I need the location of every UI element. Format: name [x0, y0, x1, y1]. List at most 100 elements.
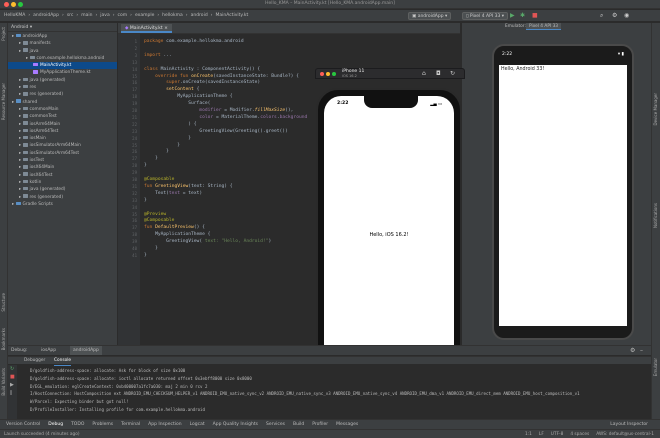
tree-item[interactable]: ▸ iosMain: [8, 135, 117, 142]
tool-window-button[interactable]: Terminal: [121, 422, 140, 427]
kotlin-file-icon: [33, 62, 38, 67]
tree-item[interactable]: ▸ java (generated): [8, 186, 117, 193]
tree-item[interactable]: ▸ iosSimulatorArm64Test: [8, 150, 117, 157]
tool-window-button[interactable]: TODO: [71, 422, 84, 427]
tree-item[interactable]: ▸ com.example.hellokma.android: [8, 55, 117, 62]
breadcrumb-item[interactable]: src: [67, 10, 74, 22]
tool-window-button[interactable]: Version Control: [6, 422, 40, 427]
breadcrumb-item[interactable]: com: [118, 10, 128, 22]
rerun-icon[interactable]: ↻: [8, 365, 17, 373]
tool-window-button[interactable]: Build: [293, 422, 304, 427]
tool-window-button[interactable]: Services: [266, 422, 285, 427]
settings-icon[interactable]: ⚙: [630, 346, 635, 355]
tab-pixel-emulator[interactable]: Pixel 4 API 33: [526, 23, 562, 30]
tab-debugger[interactable]: Debugger: [24, 357, 45, 365]
line-number: 22: [132, 121, 137, 127]
sim-minimize-icon[interactable]: [326, 72, 330, 76]
sim-zoom-icon[interactable]: [332, 72, 336, 76]
status-item[interactable]: LF: [539, 432, 544, 437]
status-item[interactable]: UTF-8: [551, 432, 564, 437]
rotate-icon[interactable]: ↻: [450, 70, 455, 77]
breadcrumb-item[interactable]: main: [81, 10, 92, 22]
run-icon[interactable]: ▶: [510, 12, 515, 20]
breadcrumb-item[interactable]: android: [191, 10, 208, 22]
status-item[interactable]: 1:1: [525, 432, 532, 437]
tree-item[interactable]: ▸ java (generated): [8, 77, 117, 84]
tool-window-button[interactable]: Problems: [92, 422, 113, 427]
tool-window-button[interactable]: Logcat: [190, 422, 205, 427]
folder-icon: [22, 143, 28, 147]
tab-console[interactable]: Console: [54, 357, 72, 366]
tab-android-app[interactable]: androidApp: [70, 346, 102, 355]
breadcrumb-separator-icon: ›: [130, 13, 132, 18]
tab-resource-manager[interactable]: Resource Manager: [1, 83, 6, 120]
tool-window-button[interactable]: Messages: [336, 422, 358, 427]
tree-item[interactable]: ▸ androidApp: [8, 33, 117, 40]
screenshot-icon[interactable]: ◘: [436, 70, 441, 77]
profile-icon[interactable]: ◉: [624, 12, 629, 20]
tree-item[interactable]: ▸ shared: [8, 99, 117, 106]
ios-screen[interactable]: 2:22 ▂▄ ▭ Hello, iOS 16.2!: [324, 96, 454, 368]
breadcrumb-item[interactable]: androidApp: [33, 10, 59, 22]
tool-window-button[interactable]: Debug: [48, 422, 63, 427]
tab-bookmarks[interactable]: Bookmarks: [1, 328, 6, 350]
line-number: 19: [132, 101, 137, 107]
tree-item[interactable]: ▸ res (generated): [8, 91, 117, 98]
status-item[interactable]: 4 spaces: [570, 432, 589, 437]
tab-device-manager[interactable]: Device Manager: [653, 93, 658, 125]
stop-debug-icon[interactable]: ■: [8, 373, 17, 381]
editor-tab-bar: ◆ MainActivity.kt ×: [118, 23, 460, 34]
device-select[interactable]: ▯ Pixel 4 API 33 ▾: [462, 12, 509, 20]
resume-icon[interactable]: ▶: [8, 381, 17, 389]
tree-item[interactable]: ▸ iosTest: [8, 157, 117, 164]
tree-item[interactable]: ▸ Gradle Scripts: [8, 201, 117, 208]
tab-ios-app[interactable]: iosApp: [38, 346, 59, 355]
tree-item[interactable]: ▸ iosX64Test: [8, 172, 117, 179]
tree-item[interactable]: ▸ java: [8, 48, 117, 55]
tab-build-variants[interactable]: Build Variants: [1, 368, 6, 396]
tree-item[interactable]: MainActivity.kt: [8, 62, 117, 70]
tree-item[interactable]: ▸ iosArm64Test: [8, 128, 117, 135]
home-icon[interactable]: ⌂: [422, 70, 426, 77]
breadcrumb-item[interactable]: HelloKMA: [4, 10, 25, 22]
breadcrumb-item[interactable]: hellokma: [162, 10, 183, 22]
settings-icon[interactable]: ⚙: [612, 12, 617, 20]
sim-close-icon[interactable]: [320, 72, 324, 76]
breadcrumb-separator-icon: ›: [185, 13, 188, 18]
tree-item[interactable]: MyApplicationTheme.kt: [8, 69, 117, 76]
tab-structure[interactable]: Structure: [1, 293, 6, 312]
android-screen[interactable]: Hello, Android 33!: [499, 65, 627, 326]
tree-item[interactable]: ▸ commonTest: [8, 113, 117, 120]
tab-project[interactable]: Project: [1, 27, 6, 41]
tree-item[interactable]: ▸ res (generated): [8, 194, 117, 201]
tree-item[interactable]: ▸ iosSimulatorArm64Main: [8, 142, 117, 149]
minimize-panel-icon[interactable]: –: [640, 346, 643, 355]
tab-emulator[interactable]: Emulator: [653, 358, 658, 376]
breadcrumb-item[interactable]: java: [100, 10, 109, 22]
line-number: 36: [132, 218, 137, 224]
pause-icon[interactable]: ∥: [8, 389, 17, 397]
tree-item[interactable]: ▸ res: [8, 84, 117, 91]
tree-item[interactable]: ▸ kotlin: [8, 179, 117, 186]
debug-icon[interactable]: ✱: [520, 12, 525, 20]
tool-window-button[interactable]: App Quality Insights: [213, 422, 258, 427]
code-line: GreetingView(Greeting().greet()): [144, 128, 288, 134]
line-number: 34: [132, 204, 137, 210]
tree-item-label: iosMain: [29, 136, 46, 142]
breadcrumb-item[interactable]: MainActivity.kt: [215, 10, 248, 22]
search-icon[interactable]: ⌕: [600, 12, 603, 20]
project-view-select[interactable]: Android ▾: [8, 23, 117, 32]
tab-main-activity[interactable]: ◆ MainActivity.kt ×: [121, 24, 172, 33]
breadcrumb-item[interactable]: example: [135, 10, 154, 22]
status-item[interactable]: AWS: default@us-central-1: [596, 432, 654, 437]
close-tab-icon[interactable]: ×: [164, 26, 168, 31]
run-config-select[interactable]: ▣ androidApp ▾: [408, 12, 452, 20]
tab-notifications[interactable]: Notifications: [653, 203, 658, 228]
tool-window-button[interactable]: App Inspection: [148, 422, 181, 427]
tree-item[interactable]: ▸ manifests: [8, 40, 117, 47]
tree-item[interactable]: ▸ iosX64Main: [8, 164, 117, 171]
tree-item[interactable]: ▸ commonMain: [8, 106, 117, 113]
tree-item[interactable]: ▸ iosArm64Main: [8, 121, 117, 128]
stop-icon[interactable]: ■: [532, 12, 538, 20]
tool-window-button[interactable]: Profiler: [312, 422, 328, 427]
